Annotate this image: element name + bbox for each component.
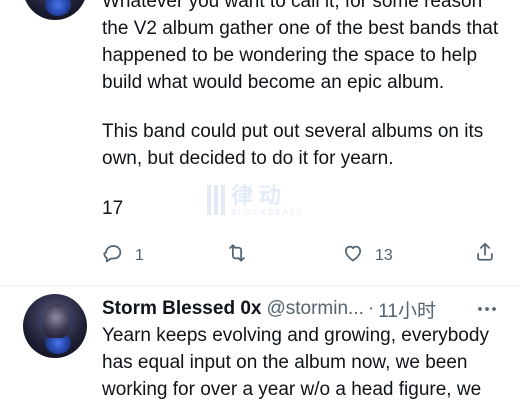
share-icon <box>474 241 496 268</box>
tweet-text-paragraph: Whatever you want to call it, for some r… <box>102 0 499 93</box>
avatar-figure <box>43 304 69 338</box>
watermark-en: BLOCKBEATS <box>231 207 304 217</box>
user-handle-link[interactable]: @stormin... <box>266 298 363 320</box>
tweet-action-bar: 1 13 <box>0 236 520 270</box>
watermark-logo: 律动 BLOCKBEATS <box>207 180 317 220</box>
tweet-divider <box>0 285 520 286</box>
more-icon[interactable] <box>476 299 498 319</box>
avatar[interactable] <box>23 0 87 20</box>
watermark-cn: 律动 <box>231 182 288 208</box>
tweet-header: Storm Blessed 0x @stormin... · 11小时 <box>102 296 507 323</box>
tweet-timestamp[interactable]: 11小时 <box>378 296 436 323</box>
tweet-text-paragraph: This band could put out several albums o… <box>102 121 484 169</box>
share-button[interactable] <box>474 241 496 268</box>
reply-button[interactable]: 1 <box>102 242 144 269</box>
avatar[interactable] <box>23 294 87 358</box>
reply-count: 1 <box>135 246 144 264</box>
like-count: 13 <box>375 246 393 264</box>
like-button[interactable]: 13 <box>342 242 393 269</box>
reply-icon <box>102 242 124 269</box>
tweet-text-paragraph: Yearn keeps evolving and growing, everyb… <box>102 325 489 400</box>
avatar-glow <box>45 0 71 16</box>
watermark-bars-icon <box>207 185 225 215</box>
separator-dot: · <box>367 298 375 319</box>
retweet-button[interactable] <box>226 242 259 269</box>
tweet-stat-count: 17 <box>102 198 124 219</box>
display-name-link[interactable]: Storm Blessed 0x <box>102 298 261 320</box>
retweet-icon <box>226 242 248 269</box>
heart-icon <box>342 242 364 269</box>
